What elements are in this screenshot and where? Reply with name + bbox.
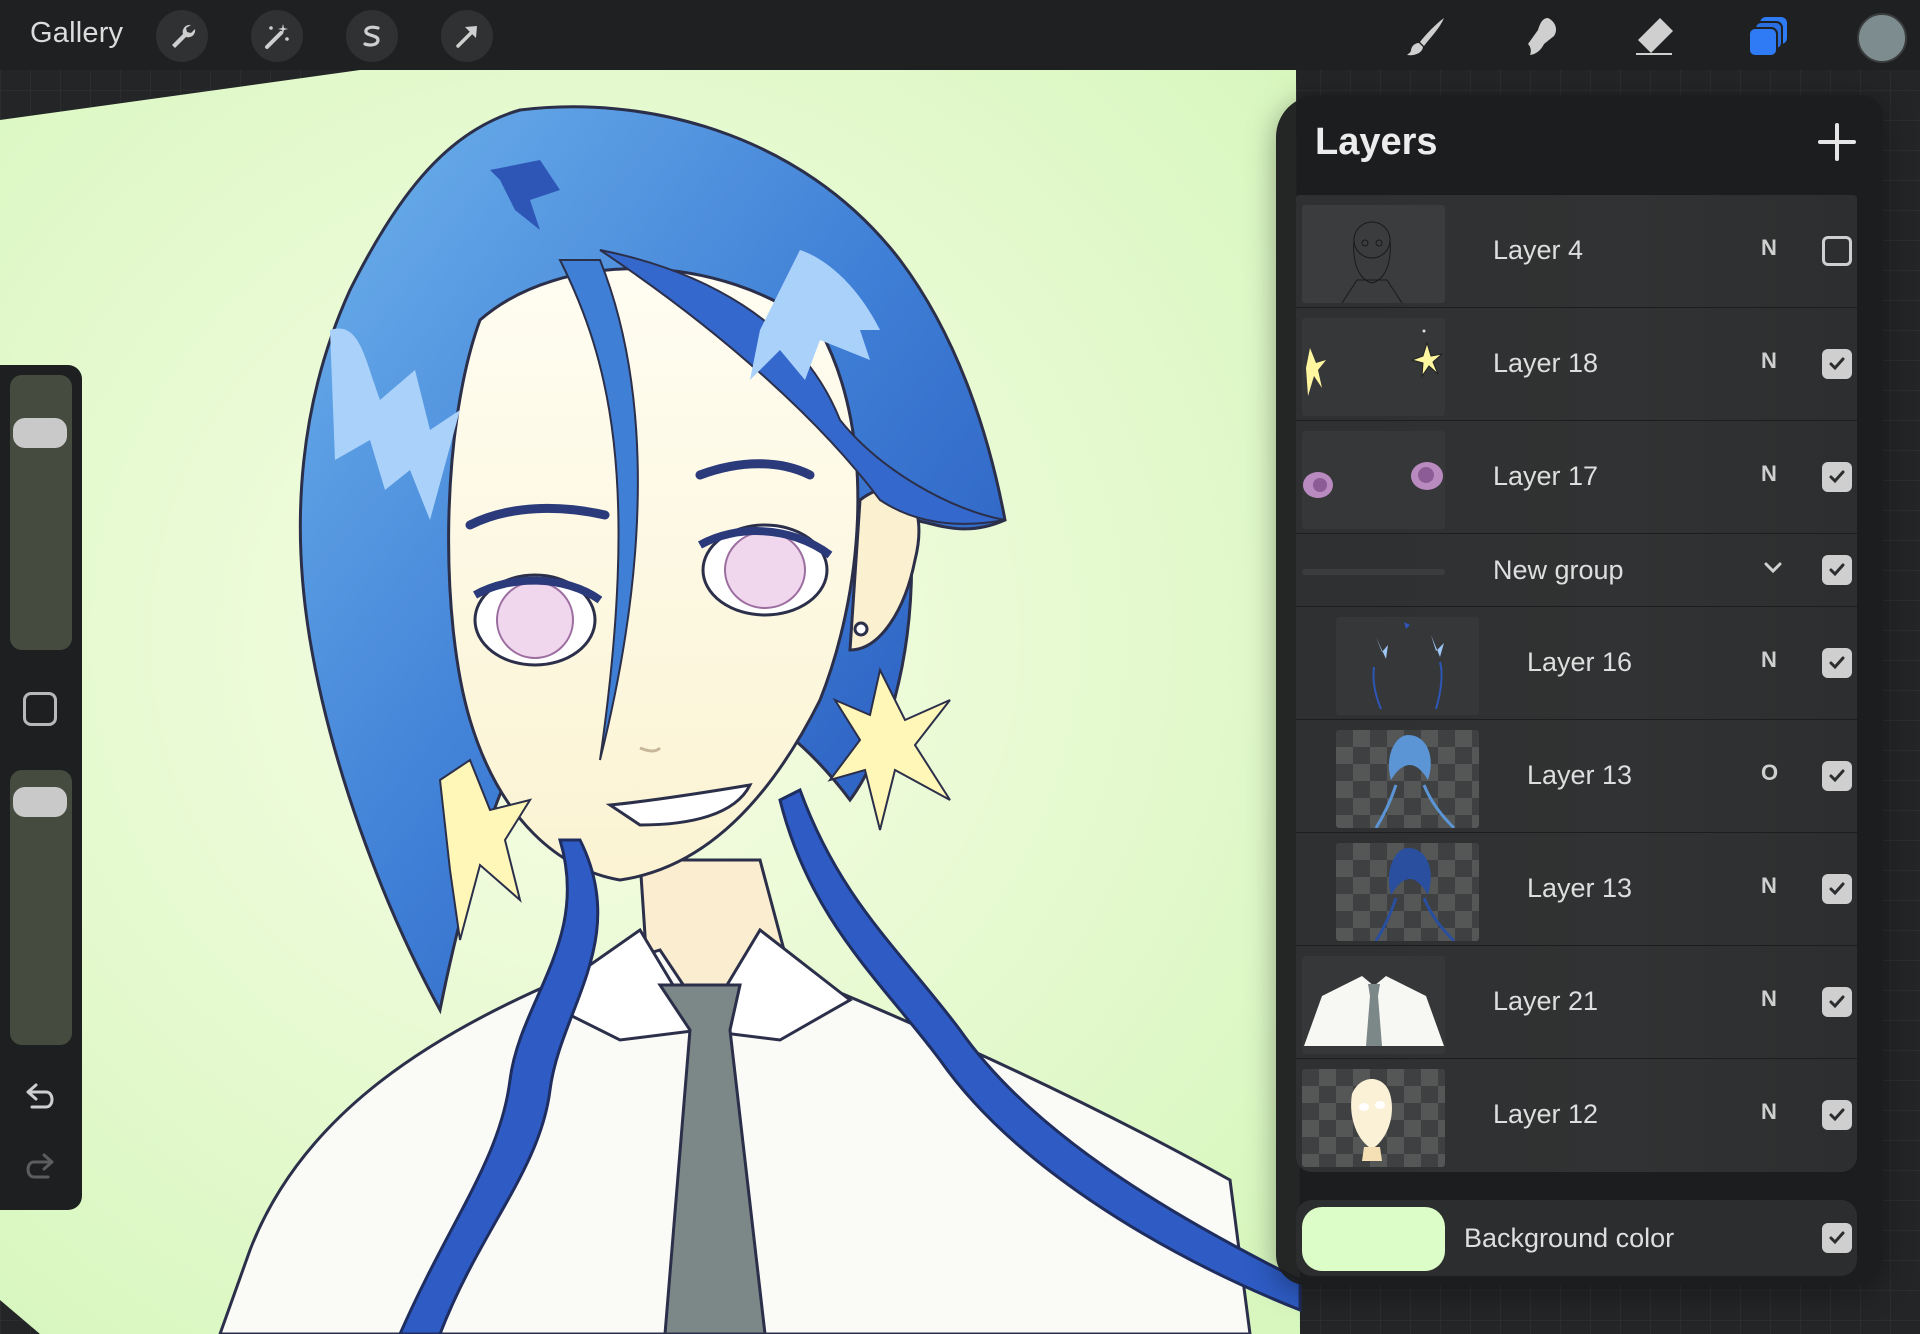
- layer-name: Layer 17: [1493, 461, 1599, 491]
- visibility-checkbox[interactable]: [1822, 555, 1852, 585]
- layer-name: Layer 12: [1493, 1099, 1599, 1129]
- layer-thumbnail: [1302, 431, 1445, 529]
- layer-row[interactable]: Layer 16 N: [1296, 607, 1857, 720]
- visibility-checkbox[interactable]: [1822, 1100, 1852, 1130]
- visibility-checkbox[interactable]: [1822, 462, 1852, 492]
- top-toolbar: Gallery: [0, 0, 1920, 70]
- blend-mode-button[interactable]: N: [1761, 873, 1777, 899]
- layer-row[interactable]: Layer 13 O: [1296, 720, 1857, 833]
- layer-name: Layer 21: [1493, 986, 1599, 1016]
- layer-thumbnail: [1336, 617, 1479, 715]
- visibility-checkbox[interactable]: [1822, 236, 1852, 266]
- group-thumbnail: [1302, 569, 1445, 575]
- left-sidebar: [0, 365, 82, 1210]
- layer-row[interactable]: Layer 13 N: [1296, 833, 1857, 946]
- blend-mode-button[interactable]: N: [1761, 348, 1777, 374]
- background-color-swatch[interactable]: [1302, 1207, 1445, 1271]
- transform-arrow-icon[interactable]: [441, 10, 493, 62]
- visibility-checkbox[interactable]: [1822, 648, 1852, 678]
- background-color-row[interactable]: Background color: [1296, 1200, 1857, 1276]
- layer-group-row[interactable]: New group: [1296, 534, 1857, 607]
- blend-mode-button[interactable]: N: [1761, 1099, 1777, 1125]
- undo-icon[interactable]: [20, 1077, 60, 1117]
- magic-wand-icon[interactable]: [251, 10, 303, 62]
- color-picker-button[interactable]: [1857, 13, 1907, 63]
- layer-row[interactable]: Layer 21 N: [1296, 946, 1857, 1059]
- layer-row[interactable]: Layer 17 N: [1296, 421, 1857, 534]
- visibility-checkbox[interactable]: [1822, 987, 1852, 1017]
- visibility-checkbox[interactable]: [1822, 1223, 1852, 1253]
- eraser-icon[interactable]: [1628, 10, 1680, 62]
- layer-name: Layer 18: [1493, 348, 1599, 378]
- brush-icon[interactable]: [1400, 10, 1452, 62]
- blend-mode-button[interactable]: O: [1761, 760, 1778, 786]
- layer-thumbnail: [1336, 730, 1479, 828]
- selection-s-icon[interactable]: [346, 10, 398, 62]
- brush-size-handle[interactable]: [13, 417, 67, 448]
- background-color-label: Background color: [1464, 1223, 1675, 1253]
- visibility-checkbox[interactable]: [1822, 761, 1852, 791]
- layer-thumbnail: [1302, 205, 1445, 303]
- layer-name: Layer 16: [1527, 647, 1633, 677]
- layer-thumbnail: [1302, 956, 1445, 1054]
- brush-size-slider[interactable]: [10, 375, 72, 650]
- opacity-handle[interactable]: [13, 786, 67, 817]
- layer-thumbnail: [1302, 1069, 1445, 1167]
- blend-mode-button[interactable]: N: [1761, 235, 1777, 261]
- layer-name: Layer 13: [1527, 873, 1633, 903]
- layer-row[interactable]: Layer 12 N: [1296, 1059, 1857, 1172]
- layer-name: Layer 13: [1527, 760, 1633, 790]
- blend-mode-button[interactable]: N: [1761, 986, 1777, 1012]
- layer-row[interactable]: Layer 18 N: [1296, 308, 1857, 421]
- layer-thumbnail: [1336, 843, 1479, 941]
- layer-thumbnail: [1302, 318, 1445, 416]
- redo-icon[interactable]: [20, 1147, 60, 1187]
- layers-icon[interactable]: [1742, 10, 1794, 62]
- layers-panel: Layers Layer 4 N Layer 18 N Layer 17 N N…: [1276, 95, 1883, 1285]
- chevron-down-icon[interactable]: [1762, 556, 1784, 583]
- modify-button[interactable]: [23, 692, 57, 726]
- layer-name: Layer 4: [1493, 235, 1584, 265]
- blend-mode-button[interactable]: N: [1761, 461, 1777, 487]
- gallery-button[interactable]: Gallery: [30, 17, 123, 50]
- smudge-icon[interactable]: [1514, 10, 1566, 62]
- plus-icon[interactable]: [1814, 119, 1860, 165]
- group-name: New group: [1493, 555, 1624, 585]
- panel-title: Layers: [1315, 121, 1438, 163]
- wrench-icon[interactable]: [156, 10, 208, 62]
- layer-list: Layer 4 N Layer 18 N Layer 17 N New grou…: [1296, 195, 1857, 1172]
- visibility-checkbox[interactable]: [1822, 349, 1852, 379]
- visibility-checkbox[interactable]: [1822, 874, 1852, 904]
- layer-row[interactable]: Layer 4 N: [1296, 195, 1857, 308]
- blend-mode-button[interactable]: N: [1761, 647, 1777, 673]
